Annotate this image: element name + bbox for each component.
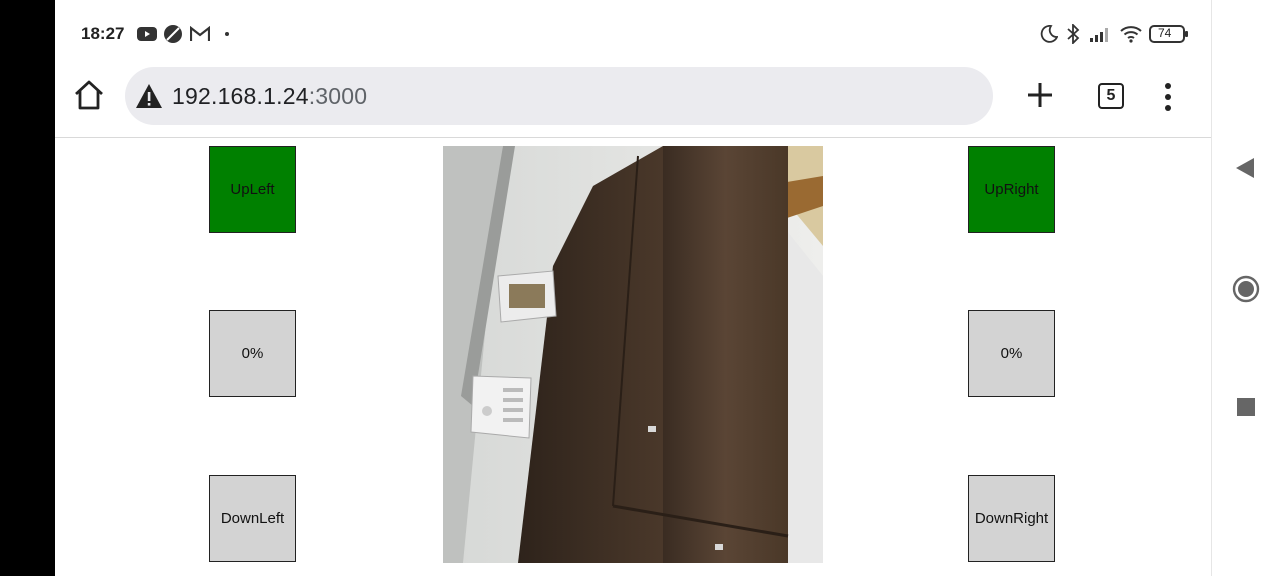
- web-content: UpLeft 0% DownLeft UpRight 0% DownRight: [55, 138, 1211, 576]
- down-left-button[interactable]: DownLeft: [209, 475, 296, 562]
- home-icon[interactable]: [73, 78, 105, 112]
- warning-icon[interactable]: [135, 83, 163, 109]
- signal-icon: [1089, 24, 1111, 44]
- url-bar[interactable]: 192.168.1.24:3000: [125, 67, 993, 125]
- recents-icon[interactable]: [1237, 398, 1255, 421]
- home-circle-icon[interactable]: [1232, 275, 1260, 308]
- tab-count: 5: [1106, 87, 1116, 104]
- battery-level: 74: [1158, 26, 1172, 40]
- left-level-button[interactable]: 0%: [209, 310, 296, 397]
- back-icon[interactable]: [1234, 156, 1256, 185]
- up-right-button[interactable]: UpRight: [968, 146, 1055, 233]
- left-black-bar: [0, 0, 55, 576]
- android-nav-bar: [1211, 0, 1280, 576]
- more-vert-icon[interactable]: [1158, 81, 1178, 113]
- moon-icon: [1040, 24, 1058, 44]
- status-time: 18:27: [81, 24, 125, 43]
- app-icon: [163, 24, 183, 44]
- down-right-button[interactable]: DownRight: [968, 475, 1055, 562]
- up-left-button[interactable]: UpLeft: [209, 146, 296, 233]
- gmail-icon: [190, 24, 210, 44]
- browser-toolbar: 192.168.1.24:3000 5: [55, 60, 1211, 138]
- bluetooth-icon: [1066, 24, 1080, 44]
- wifi-icon: [1119, 24, 1143, 44]
- tabs-icon[interactable]: 5: [1098, 83, 1124, 109]
- status-bar: 18:27 74: [55, 0, 1211, 66]
- right-level-button[interactable]: 0%: [968, 310, 1055, 397]
- battery-icon: 74: [1149, 24, 1189, 44]
- plus-icon[interactable]: [1025, 78, 1055, 112]
- youtube-icon: [137, 24, 157, 44]
- url-text[interactable]: 192.168.1.24:3000: [172, 83, 367, 110]
- dot-icon: [224, 24, 230, 44]
- phone-screen: 18:27 74 192.168.1.24:3000 5 UpLeft 0% D…: [55, 0, 1211, 576]
- camera-image: [443, 146, 823, 563]
- url-port: :3000: [308, 83, 368, 109]
- url-host: 192.168.1.24: [172, 83, 309, 109]
